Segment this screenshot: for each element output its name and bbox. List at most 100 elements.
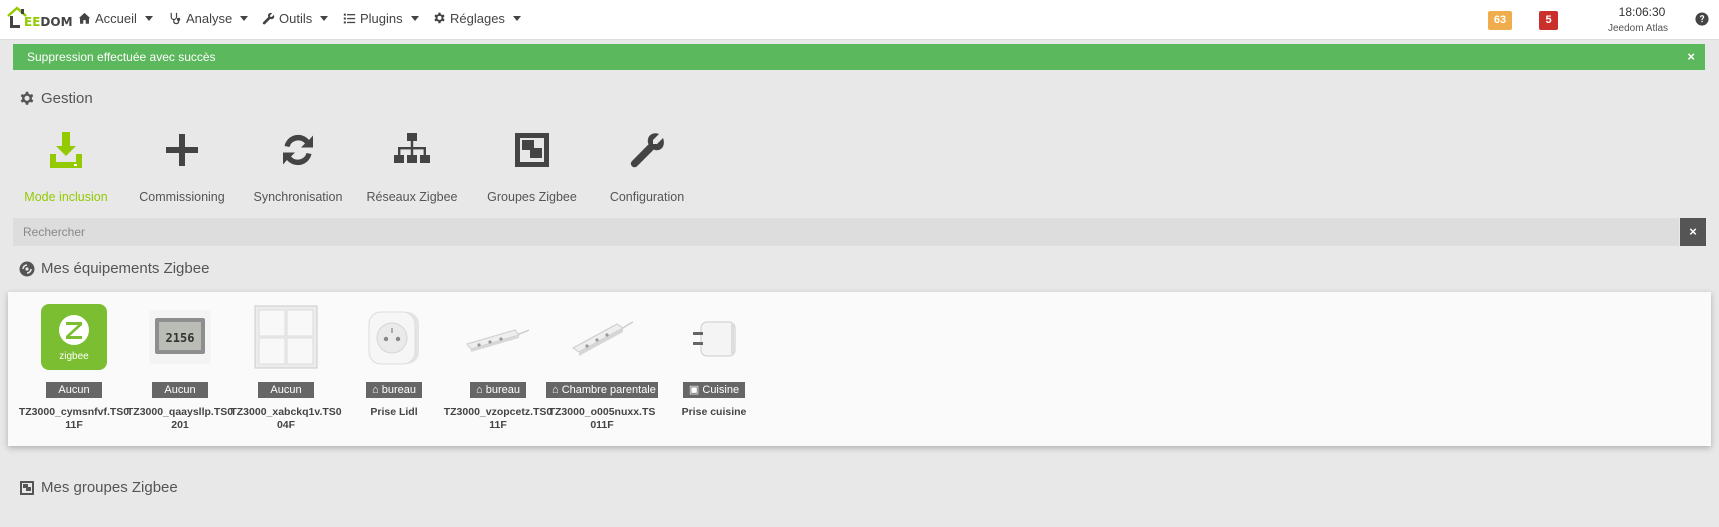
groupes-zigbee-button[interactable]: Groupes Zigbee bbox=[472, 130, 592, 204]
caret-down-icon bbox=[512, 16, 521, 21]
equipment-card[interactable]: ⌂ bureau Prise Lidl bbox=[338, 302, 450, 419]
groups-title-text: Mes groupes Zigbee bbox=[41, 479, 178, 496]
brand-suffix: DOM bbox=[40, 15, 73, 29]
object-tag-text: bureau bbox=[381, 384, 416, 396]
equipment-name: TZ3000_cymsnfvf.TS011F bbox=[18, 406, 130, 431]
menu-analyse-label: Analyse bbox=[186, 11, 233, 26]
equipment-name: TZ3000_xabckq1v.TS004F bbox=[230, 406, 342, 431]
object-tag: ⌂ Chambre parentale bbox=[546, 382, 658, 398]
top-navbar: EEDOM Accueil Analyse Outils Plugins Rég… bbox=[0, 0, 1719, 40]
menu-outils[interactable]: Outils bbox=[262, 11, 329, 26]
reseaux-zigbee-button[interactable]: Réseaux Zigbee bbox=[352, 130, 472, 204]
gestion-title-text: Gestion bbox=[41, 90, 93, 107]
bed-small-icon: ⌂ bbox=[552, 384, 562, 396]
refresh-icon bbox=[283, 134, 313, 166]
object-tag: Aucun bbox=[46, 382, 102, 398]
menu-plugins[interactable]: Plugins bbox=[343, 11, 419, 26]
object-tag: Aucun bbox=[258, 382, 314, 398]
equipment-card[interactable]: ⌂ bureau TZ3000_vzopcetz.TS011F bbox=[442, 302, 554, 432]
equipments-title-text: Mes équipements Zigbee bbox=[41, 260, 210, 277]
brand-name: EEDOM bbox=[24, 15, 73, 29]
caret-down-icon bbox=[144, 16, 153, 21]
menu-accueil-label: Accueil bbox=[95, 11, 137, 26]
menu-reglages-label: Réglages bbox=[450, 11, 505, 26]
thermometer-display-image: 2156 bbox=[149, 310, 211, 364]
mode-inclusion-button[interactable]: Mode inclusion bbox=[6, 130, 126, 204]
object-tag-text: Cuisine bbox=[702, 384, 740, 396]
question-circle-icon[interactable] bbox=[1695, 12, 1709, 26]
search-clear-button[interactable]: × bbox=[1680, 218, 1706, 246]
update-count-badge[interactable]: 5 bbox=[1539, 11, 1558, 30]
zigbee-waves-icon bbox=[19, 261, 35, 276]
group-object-icon bbox=[20, 480, 34, 495]
groups-section-title: Mes groupes Zigbee bbox=[19, 479, 178, 496]
object-tag: ⌂ bureau bbox=[470, 382, 526, 398]
groupes-zigbee-label: Groupes Zigbee bbox=[487, 190, 577, 204]
configuration-label: Configuration bbox=[609, 190, 685, 204]
menu-accueil[interactable]: Accueil bbox=[78, 11, 153, 26]
jeedom-logo[interactable]: EEDOM bbox=[4, 4, 73, 36]
stethoscope-icon bbox=[170, 12, 181, 25]
wrench-icon bbox=[262, 12, 275, 25]
brand-prefix: EE bbox=[24, 15, 41, 29]
caret-down-icon bbox=[320, 16, 329, 21]
equipment-card[interactable]: ▣ Cuisine Prise cuisine bbox=[658, 302, 770, 419]
list-icon bbox=[343, 13, 356, 24]
commissioning-button[interactable]: Commissioning bbox=[122, 130, 242, 204]
zigbee-logo-image: zigbee bbox=[41, 304, 107, 370]
mode-inclusion-label: Mode inclusion bbox=[24, 190, 108, 204]
equipment-name: TZ3000_vzopcetz.TS011F bbox=[443, 406, 553, 431]
wrench-icon bbox=[630, 133, 664, 168]
equipment-name: Prise cuisine bbox=[681, 406, 747, 418]
equipment-card[interactable]: zigbee Aucun TZ3000_cymsnfvf.TS011F bbox=[18, 302, 130, 432]
equipments-section-title: Mes équipements Zigbee bbox=[19, 260, 209, 277]
synchronisation-button[interactable]: Synchronisation bbox=[238, 130, 358, 204]
group-object-icon bbox=[515, 133, 549, 167]
equipment-card[interactable]: Aucun TZ3000_xabckq1v.TS004F bbox=[230, 302, 342, 432]
clock-time: 18:06:30 bbox=[1618, 5, 1666, 19]
menu-outils-label: Outils bbox=[279, 11, 313, 26]
object-tag-text: Chambre parentale bbox=[561, 384, 656, 396]
smart-plug-fr-image bbox=[368, 311, 419, 365]
equipment-name: TZ3000_o005nuxx.TS011F bbox=[548, 406, 656, 431]
object-tag: ▣ Cuisine bbox=[682, 382, 746, 398]
hostname-label: Jeedom Atlas bbox=[1607, 23, 1669, 34]
object-tag: Aucun bbox=[152, 382, 208, 398]
power-strip-image bbox=[466, 329, 530, 352]
synchronisation-label: Synchronisation bbox=[253, 190, 343, 204]
home-small-icon: ⌂ bbox=[372, 384, 382, 396]
success-alert: Suppression effectuée avec succès × bbox=[13, 44, 1705, 70]
equipment-name: TZ3000_qaaysllp.TS0201 bbox=[126, 406, 234, 431]
configuration-button[interactable]: Configuration bbox=[587, 130, 707, 204]
home-small-icon: ⌂ bbox=[476, 384, 486, 396]
reseaux-zigbee-label: Réseaux Zigbee bbox=[366, 190, 458, 204]
search-input[interactable] bbox=[13, 218, 1679, 246]
commissioning-label: Commissioning bbox=[139, 190, 225, 204]
menu-reglages[interactable]: Réglages bbox=[433, 11, 521, 26]
power-strip-angle-image bbox=[572, 321, 634, 356]
caret-down-icon bbox=[410, 16, 419, 21]
gear-icon bbox=[20, 91, 34, 105]
message-count-badge[interactable]: 63 bbox=[1488, 11, 1512, 30]
equipment-name: Prise Lidl bbox=[370, 406, 418, 418]
alert-message: Suppression effectuée avec succès bbox=[27, 50, 216, 64]
alert-close-button[interactable]: × bbox=[1687, 44, 1695, 70]
gear-icon bbox=[434, 12, 445, 24]
wall-switch-4gang-image bbox=[254, 305, 318, 369]
svg-text:zigbee: zigbee bbox=[59, 351, 89, 362]
svg-text:2156: 2156 bbox=[166, 331, 195, 345]
smart-plug-eu-image bbox=[693, 321, 736, 357]
gestion-section-title: Gestion bbox=[19, 90, 93, 107]
menu-plugins-label: Plugins bbox=[360, 11, 403, 26]
menu-analyse[interactable]: Analyse bbox=[169, 11, 249, 26]
home-icon bbox=[78, 12, 91, 24]
equipment-card[interactable]: 2156 Aucun TZ3000_qaaysllp.TS0201 bbox=[124, 302, 236, 432]
kitchen-small-icon: ▣ bbox=[688, 384, 703, 396]
equipment-list-panel: zigbee Aucun TZ3000_cymsnfvf.TS011F 2156… bbox=[8, 292, 1711, 446]
download-icon bbox=[50, 132, 82, 168]
sitemap-icon bbox=[394, 133, 430, 163]
plus-icon bbox=[166, 134, 198, 166]
equipment-card[interactable]: ⌂ Chambre parentale TZ3000_o005nuxx.TS01… bbox=[546, 302, 658, 432]
object-tag: ⌂ bureau bbox=[366, 382, 422, 398]
caret-down-icon bbox=[240, 16, 249, 21]
